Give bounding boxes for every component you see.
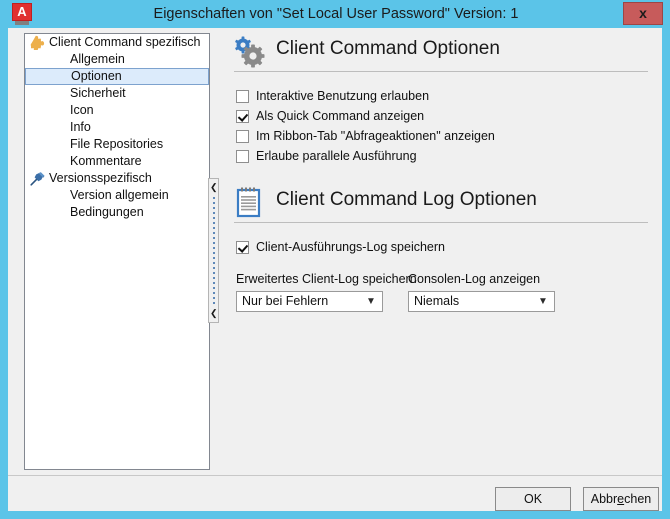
console-log-label: Consolen-Log anzeigen <box>408 272 541 286</box>
cancel-button[interactable]: Abbrechen <box>583 487 659 511</box>
ok-button[interactable]: OK <box>495 487 571 511</box>
log-section-title: Client Command Log Optionen <box>276 189 537 210</box>
tree-item-label: Kommentare <box>70 154 142 168</box>
option-checkbox-label-0: Interaktive Benutzung erlauben <box>256 89 430 103</box>
puzzle-piece-icon <box>30 35 46 50</box>
tree-item-allgemein[interactable]: Allgemein <box>25 51 209 68</box>
dialog-window: A Eigenschaften von "Set Local User Pass… <box>0 0 670 519</box>
log-save-checkbox-label: Client-Ausführungs-Log speichern <box>256 240 445 254</box>
option-checkbox-row-2[interactable]: Im Ribbon-Tab "Abfrageaktionen" anzeigen <box>236 128 654 148</box>
navigation-tree[interactable]: Client Command spezifisch Allgemein Option… <box>24 33 210 470</box>
splitter-collapse-bottom-icon[interactable]: ❮ <box>210 309 218 318</box>
option-checkbox-1[interactable] <box>236 110 249 123</box>
cancel-label-part2: chen <box>624 492 652 506</box>
autodesk-a-icon: A <box>12 3 32 25</box>
log-save-checkbox[interactable] <box>236 241 249 254</box>
option-checkbox-label-2: Im Ribbon-Tab "Abfrageaktionen" anzeigen <box>256 129 495 143</box>
options-section-divider <box>234 71 648 72</box>
option-checkbox-0[interactable] <box>236 90 249 103</box>
gears-icon <box>232 35 266 69</box>
tree-item-versionsspezifisch[interactable]: Versionsspezifisch <box>25 170 209 187</box>
console-log-value: Niemals <box>414 294 460 308</box>
tree-item-icon[interactable]: Icon <box>25 102 209 119</box>
cancel-label-part1: Abbr <box>590 492 618 506</box>
log-save-checkbox-row[interactable]: Client-Ausführungs-Log speichern <box>236 239 654 259</box>
chevron-down-icon[interactable]: ▼ <box>538 295 548 309</box>
option-checkbox-label-3: Erlaube parallele Ausführung <box>256 149 417 163</box>
title-bar: A Eigenschaften von "Set Local User Pass… <box>0 0 670 28</box>
splitter-grip[interactable] <box>213 197 215 305</box>
option-checkbox-row-0[interactable]: Interaktive Benutzung erlauben <box>236 88 654 108</box>
tree-item-client-command-spezifisch[interactable]: Client Command spezifisch <box>25 34 209 51</box>
tree-item-label: Info <box>70 120 91 134</box>
extended-log-label: Erweitertes Client-Log speichern <box>236 272 417 286</box>
extended-log-field: Erweitertes Client-Log speichern Nur bei… <box>236 272 417 312</box>
log-section-divider <box>234 222 648 223</box>
close-button[interactable]: x <box>623 2 663 25</box>
options-checkbox-group: Interaktive Benutzung erlauben Als Quick … <box>236 88 654 168</box>
extended-log-value: Nur bei Fehlern <box>242 294 329 308</box>
tree-item-label: File Repositories <box>70 137 164 151</box>
app-icon-letter: A <box>12 3 32 21</box>
option-checkbox-3[interactable] <box>236 150 249 163</box>
chevron-down-icon[interactable]: ▼ <box>366 295 376 309</box>
tree-item-sicherheit[interactable]: Sicherheit <box>25 85 209 102</box>
tree-item-file-repositories[interactable]: File Repositories <box>25 136 209 153</box>
window-title: Eigenschaften von "Set Local User Passwo… <box>153 6 519 22</box>
extended-log-dropdown[interactable]: Nur bei Fehlern ▼ <box>236 291 383 312</box>
tree-item-label: Optionen <box>71 69 122 83</box>
panel-splitter[interactable]: ❮ ❮ <box>208 178 219 323</box>
option-checkbox-2[interactable] <box>236 130 249 143</box>
option-checkbox-label-1: Als Quick Command anzeigen <box>256 109 425 123</box>
tree-item-optionen[interactable]: Optionen <box>25 68 209 85</box>
tree-item-label: Allgemein <box>70 52 125 66</box>
app-icon-base <box>15 21 29 25</box>
console-log-field: Consolen-Log anzeigen Niemals ▼ <box>408 272 555 312</box>
tree-item-kommentare[interactable]: Kommentare <box>25 153 209 170</box>
dialog-client-area: Client Command spezifisch Allgemein Option… <box>8 28 662 511</box>
options-section-title: Client Command Optionen <box>276 38 500 59</box>
tree-item-version-allgemein[interactable]: Version allgemein <box>25 187 209 204</box>
pushpin-icon <box>30 171 46 186</box>
tree-item-info[interactable]: Info <box>25 119 209 136</box>
option-checkbox-row-1[interactable]: Als Quick Command anzeigen <box>236 108 654 128</box>
tree-item-label: Sicherheit <box>70 86 126 100</box>
log-section-header: Client Command Log Optionen <box>224 184 654 222</box>
options-pane: Client Command Optionen Interaktive Benu… <box>224 33 654 470</box>
option-checkbox-row-3[interactable]: Erlaube parallele Ausführung <box>236 148 654 168</box>
dialog-footer: OK Abbrechen <box>8 476 662 511</box>
tree-item-label: Versionsspezifisch <box>49 171 152 185</box>
options-section-header: Client Command Optionen <box>224 33 654 71</box>
tree-item-label: Bedingungen <box>70 205 144 219</box>
tree-item-label: Icon <box>70 103 94 117</box>
splitter-collapse-top-icon[interactable]: ❮ <box>210 183 218 192</box>
tree-item-label: Client Command spezifisch <box>49 35 201 49</box>
tree-item-bedingungen[interactable]: Bedingungen <box>25 204 209 221</box>
notepad-icon <box>232 186 266 220</box>
tree-item-label: Version allgemein <box>70 188 169 202</box>
console-log-dropdown[interactable]: Niemals ▼ <box>408 291 555 312</box>
